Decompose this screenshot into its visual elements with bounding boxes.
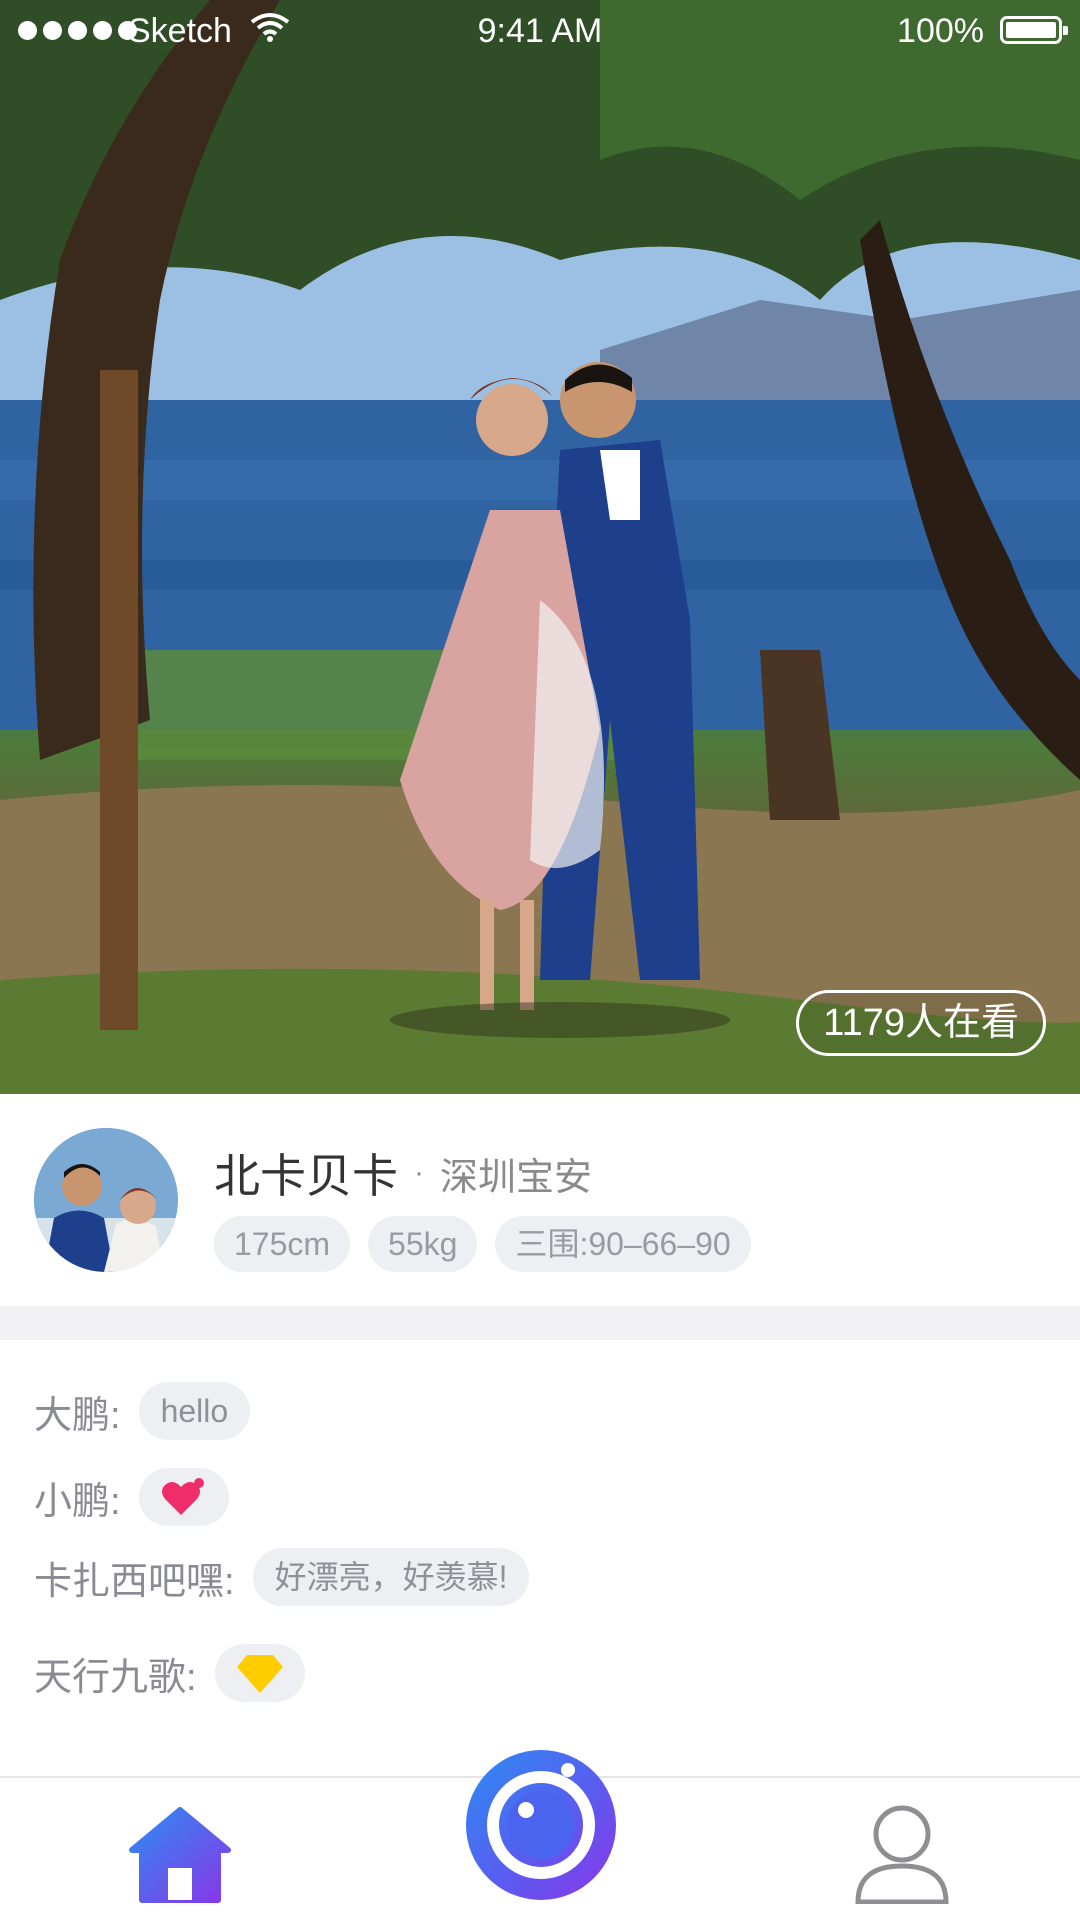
battery-icon xyxy=(1000,16,1068,44)
list-item: 天行九歌: xyxy=(34,1644,305,1702)
list-item: 大鹏: hello xyxy=(34,1382,251,1440)
diamond-icon xyxy=(236,1655,283,1693)
comment-bubble: hello xyxy=(138,1382,251,1440)
profile-section: 北卡贝卡 · 深圳宝安 175cm 55kg 三围:90–66–90 xyxy=(0,1094,1080,1306)
tag-measurements: 三围:90–66–90 xyxy=(495,1216,751,1272)
list-item: 卡扎西吧嘿: 好漂亮，好羡慕! xyxy=(34,1548,530,1606)
comment-user: 卡扎西吧嘿: xyxy=(34,1560,235,1603)
profile-name: 北卡贝卡 xyxy=(214,1150,398,1202)
name-separator: · xyxy=(414,1156,424,1189)
user-icon xyxy=(855,1805,949,1905)
status-bar: Sketch 9:41 AM 100% xyxy=(0,0,1080,64)
comment-user: 天行九歌: xyxy=(34,1656,197,1699)
comment-bubble xyxy=(138,1468,229,1526)
couple-photo-illustration xyxy=(0,0,1080,1094)
tab-home[interactable] xyxy=(128,1806,232,1906)
tab-bar xyxy=(0,1750,1080,1922)
name-row: 北卡贝卡 · 深圳宝安 xyxy=(214,1140,592,1206)
profile-tags: 175cm 55kg 三围:90–66–90 xyxy=(214,1216,751,1272)
heart-icon xyxy=(161,1478,204,1515)
hero-photo[interactable]: Sketch 9:41 AM 100% 1179人在看 xyxy=(0,0,1080,1094)
avatar[interactable] xyxy=(34,1128,178,1272)
battery-percentage: 100% xyxy=(897,12,984,50)
tab-profile[interactable] xyxy=(852,1800,952,1905)
tag-height: 175cm xyxy=(214,1216,351,1272)
home-icon xyxy=(129,1807,231,1903)
viewer-count-badge: 1179人在看 xyxy=(796,990,1046,1056)
comment-user: 大鹏: xyxy=(34,1394,121,1437)
camera-button[interactable] xyxy=(466,1750,616,1900)
list-item: 小鹏: xyxy=(34,1468,229,1526)
tag-weight: 55kg xyxy=(368,1216,478,1272)
section-divider xyxy=(0,1306,1080,1340)
camera-icon xyxy=(487,1763,595,1879)
comment-bubble xyxy=(214,1644,305,1702)
comment-bubble: 好漂亮，好羡慕! xyxy=(252,1548,530,1606)
comment-user: 小鹏: xyxy=(34,1480,121,1523)
profile-location: 深圳宝安 xyxy=(440,1156,593,1199)
